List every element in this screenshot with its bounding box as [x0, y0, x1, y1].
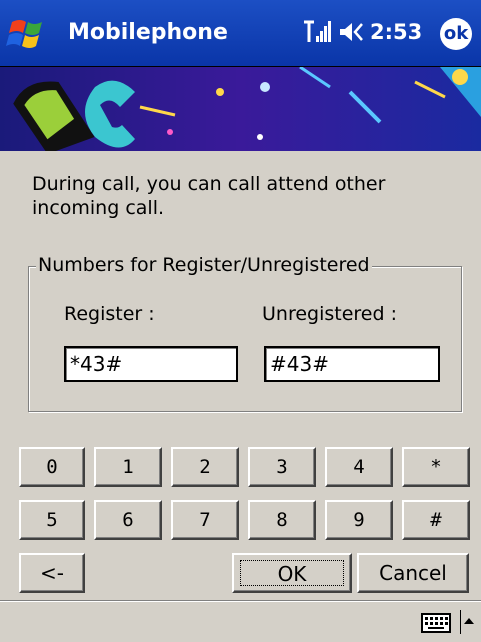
input-panel-arrow-icon[interactable]: [460, 610, 474, 634]
unregistered-input[interactable]: #43#: [264, 346, 440, 382]
keyboard-icon[interactable]: [421, 613, 451, 633]
register-groupbox: [28, 266, 462, 412]
register-input[interactable]: *43#: [64, 346, 238, 382]
backspace-button[interactable]: <-: [19, 553, 85, 593]
ok-title-button[interactable]: ok: [440, 18, 472, 50]
ok-button[interactable]: OK: [232, 553, 352, 593]
volume-icon[interactable]: [338, 20, 368, 44]
key-4[interactable]: 4: [325, 447, 393, 487]
clock[interactable]: 2:53: [370, 20, 422, 44]
banner-image: [0, 67, 481, 151]
key-9[interactable]: 9: [325, 500, 393, 540]
key-hash[interactable]: #: [402, 500, 470, 540]
key-1[interactable]: 1: [94, 447, 162, 487]
key-8[interactable]: 8: [248, 500, 316, 540]
key-7[interactable]: 7: [171, 500, 239, 540]
key-3[interactable]: 3: [248, 447, 316, 487]
ok-button-label: OK: [240, 560, 344, 586]
windows-start-icon[interactable]: [6, 12, 50, 56]
signal-icon[interactable]: [302, 18, 332, 44]
app-title: Mobilephone: [68, 20, 228, 45]
register-label: Register :: [64, 303, 155, 325]
unregistered-label: Unregistered :: [262, 303, 397, 325]
key-6[interactable]: 6: [94, 500, 162, 540]
key-2[interactable]: 2: [171, 447, 239, 487]
groupbox-legend: Numbers for Register/Unregistered: [36, 254, 372, 276]
banner-graphic-icon: [0, 67, 481, 151]
description-text: During call, you can call attend other i…: [32, 173, 386, 219]
key-5[interactable]: 5: [19, 500, 85, 540]
key-star[interactable]: *: [402, 447, 470, 487]
title-bar: Mobilephone 2:53 ok: [0, 0, 481, 67]
bottom-bar: [0, 601, 481, 642]
cancel-button[interactable]: Cancel: [357, 553, 469, 593]
key-0[interactable]: 0: [19, 447, 85, 487]
